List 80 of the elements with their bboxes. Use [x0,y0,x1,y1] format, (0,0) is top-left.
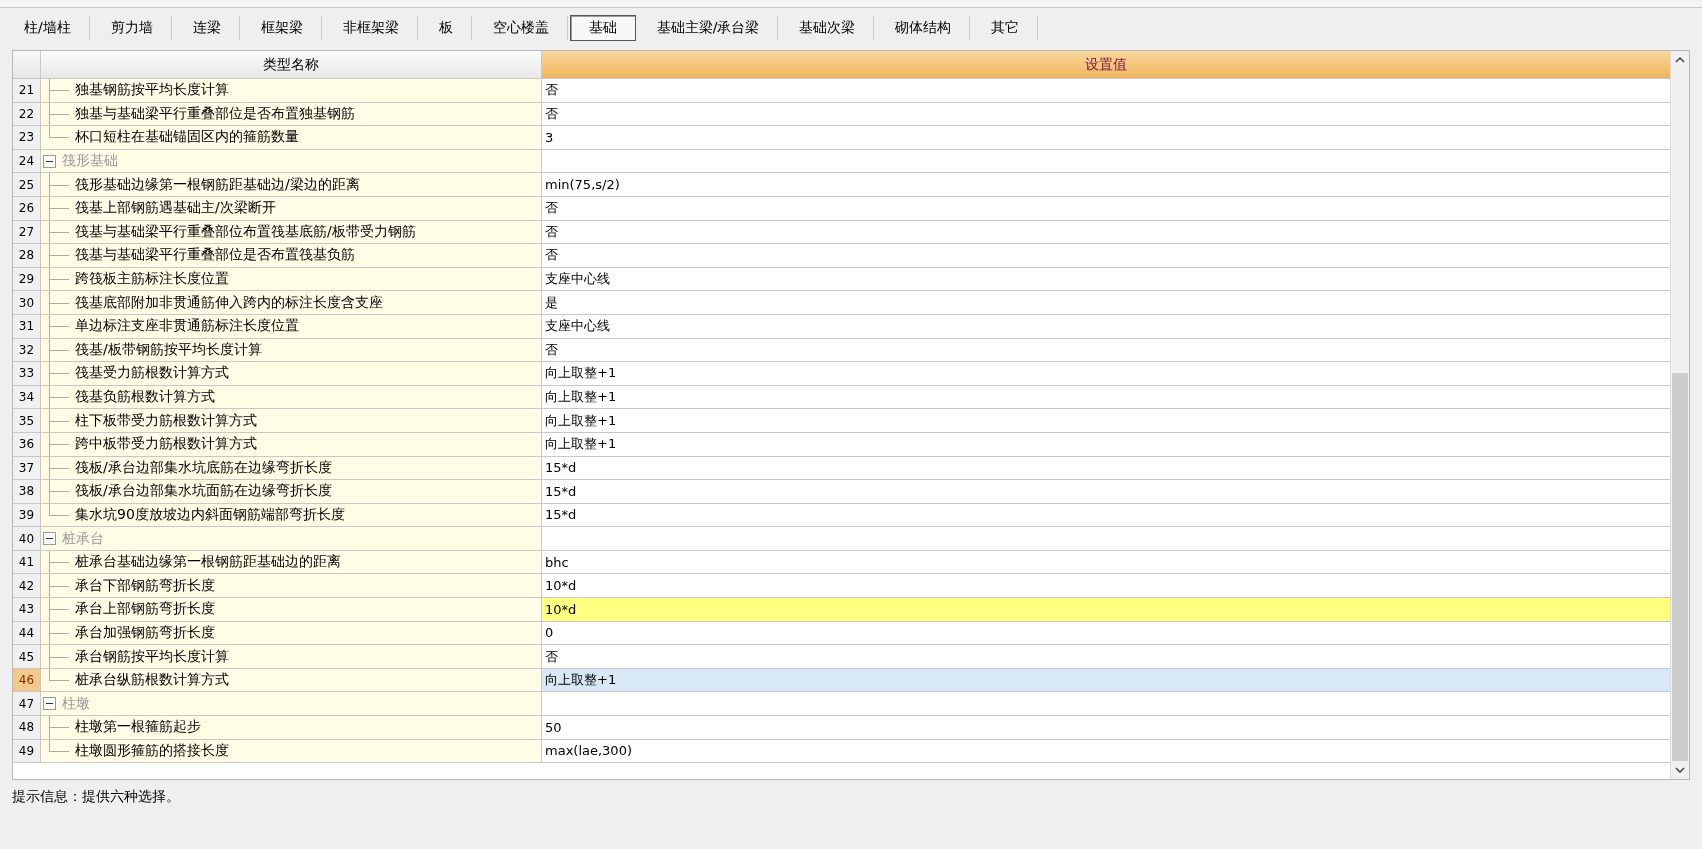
category-tab[interactable]: 砌体结构 [876,15,971,41]
setting-name: 筏基与基础梁平行重叠部位布置筏基底筋/板带受力钢筋 [75,222,416,241]
setting-name: 跨中板带受力筋根数计算方式 [75,435,257,454]
row-number: 35 [13,409,41,433]
row-number: 45 [13,645,41,669]
row-number: 39 [13,503,41,528]
row-number: 21 [13,79,41,103]
setting-name: 承台钢筋按平均长度计算 [75,647,229,666]
row-number: 42 [13,574,41,599]
row-number: 49 [13,739,41,764]
setting-name: 筏板/承台边部集水坑底筋在边缘弯折长度 [75,458,332,477]
row-number: 29 [13,267,41,292]
category-tab[interactable]: 基础主梁/承台梁 [637,15,779,41]
setting-name: 单边标注支座非贯通筋标注长度位置 [75,317,299,336]
setting-name: 桩承台基础边缘第一根钢筋距基础边的距离 [75,553,341,572]
setting-name: 筏基上部钢筋遇基础主/次梁断开 [75,199,276,218]
row-number: 26 [13,196,41,221]
setting-name: 柱下板带受力筋根数计算方式 [75,411,257,430]
row-number: 40 [13,527,41,551]
setting-name: 承台下部钢筋弯折长度 [75,576,215,595]
setting-name: 筏形基础边缘第一根钢筋距基础边/梁边的距离 [75,175,360,194]
setting-name: 筏基受力筋根数计算方式 [75,364,229,383]
category-tab[interactable]: 空心楼盖 [473,15,568,41]
collapse-icon[interactable] [43,154,56,168]
category-tab[interactable]: 连梁 [173,15,240,41]
setting-name: 筏基与基础梁平行重叠部位是否布置筏基负筋 [75,246,355,265]
category-tab[interactable]: 剪力墙 [91,15,172,41]
hint-message: 提示信息：提供六种选择。 [11,787,181,806]
category-tab[interactable]: 柱/墙柱 [5,15,90,41]
row-number: 37 [13,456,41,481]
header-corner [13,51,41,79]
group-label: 桩承台 [62,529,104,548]
row-number: 25 [13,173,41,197]
setting-name: 跨筏板主筋标注长度位置 [75,270,229,289]
row-number: 38 [13,480,41,504]
setting-value[interactable]: 向上取整+1 [542,668,1670,693]
setting-name: 柱墩圆形箍筋的搭接长度 [75,741,229,760]
setting-name: 独基钢筋按平均长度计算 [75,81,229,100]
setting-name: 独基与基础梁平行重叠部位是否布置独基钢筋 [75,104,355,123]
row-number: 36 [13,432,41,457]
category-tab[interactable]: 板 [419,15,472,41]
row-number: 27 [13,220,41,245]
setting-name: 筏基底部附加非贯通筋伸入跨内的标注长度含支座 [75,293,383,312]
column-header: 设置值 [542,51,1670,79]
row-number: 22 [13,102,41,127]
category-tab[interactable]: 基础 [569,15,636,41]
category-tab[interactable]: 非框架梁 [323,15,418,41]
category-tab[interactable]: 其它 [972,15,1039,41]
row-number: 28 [13,244,41,268]
row-number: 23 [13,126,41,150]
column-header: 类型名称 [41,51,542,79]
row-number: 44 [13,621,41,646]
setting-name: 柱墩第一根箍筋起步 [75,718,201,737]
scrollbar-thumb[interactable] [1672,373,1688,761]
setting-name: 承台加强钢筋弯折长度 [75,623,215,642]
row-number: 41 [13,550,41,575]
setting-name: 筏板/承台边部集水坑面筋在边缘弯折长度 [75,482,332,501]
row-number: 32 [13,338,41,363]
setting-name: 杯口短柱在基础锚固区内的箍筋数量 [75,128,299,147]
group-label: 筏形基础 [62,152,118,171]
setting-name: 筏基/板带钢筋按平均长度计算 [75,340,262,359]
setting-name: 承台上部钢筋弯折长度 [75,600,215,619]
group-label: 柱墩 [62,694,90,713]
row-number: 24 [13,149,41,174]
row-number: 48 [13,716,41,740]
row-number: 46 [13,668,41,693]
row-number: 47 [13,692,41,717]
row-number: 34 [13,385,41,410]
setting-name: 集水坑90度放坡边内斜面钢筋端部弯折长度 [75,506,345,524]
setting-name: 桩承台纵筋根数计算方式 [75,671,229,690]
row-number: 31 [13,314,41,339]
row-number: 30 [13,291,41,315]
setting-value[interactable]: 10*d [542,598,1670,622]
setting-name: 筏基负筋根数计算方式 [75,388,215,406]
category-tab[interactable]: 框架梁 [241,15,322,41]
row-number: 43 [13,598,41,622]
collapse-icon[interactable] [43,697,56,711]
category-tab[interactable]: 基础次梁 [780,15,875,41]
row-number: 33 [13,362,41,386]
collapse-icon[interactable] [43,532,56,546]
